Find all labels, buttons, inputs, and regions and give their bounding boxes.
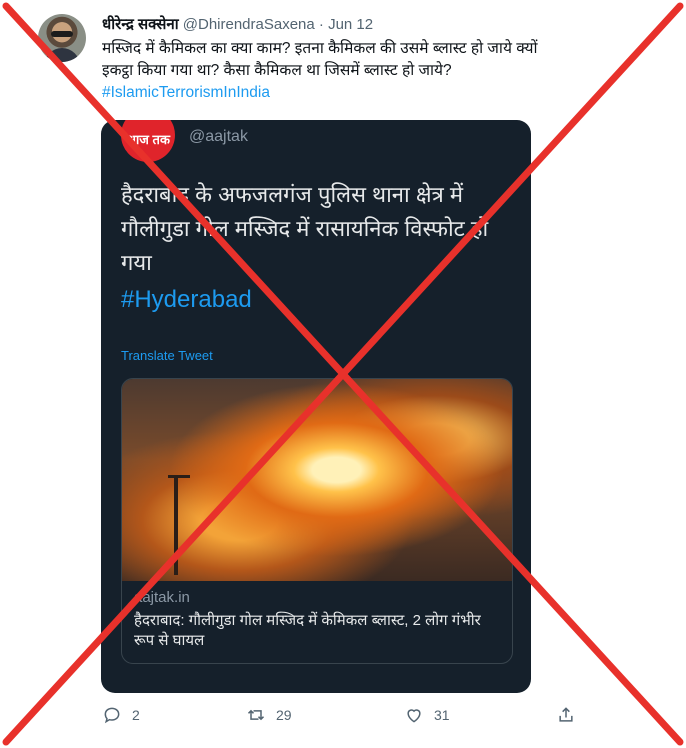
reply-icon xyxy=(104,707,120,724)
tweet-date[interactable]: Jun 12 xyxy=(328,16,373,33)
author-name[interactable]: धीरेन्द्र सक्सेना xyxy=(102,16,179,33)
quoted-handle[interactable]: @aajtak xyxy=(189,128,248,146)
reply-count: 2 xyxy=(132,707,140,723)
tweet-text-line-2: इकट्ठा किया गया था? कैसा कैमिकल था जिसमे… xyxy=(102,62,452,79)
share-icon xyxy=(559,707,573,722)
link-preview-card[interactable]: aajtak.in हैदराबाद: गौलीगुडा गोल मस्जिद … xyxy=(121,378,513,664)
explosion-image xyxy=(122,379,512,581)
tweet-text-line-1: मस्जिद में कैमिकल का क्या काम? इतना कैमि… xyxy=(102,40,538,57)
street-pole xyxy=(174,475,178,575)
author-handle[interactable]: @DhirendraSaxena xyxy=(183,16,315,33)
link-title: हैदराबाद: गौलीगुडा गोल मस्जिद में केमिकल… xyxy=(134,612,481,649)
retweet-count: 29 xyxy=(276,707,292,723)
avatar-glasses xyxy=(51,31,73,37)
like-icon xyxy=(407,709,421,723)
separator-dot: · xyxy=(318,16,324,33)
quoted-tweet-card[interactable]: आज तक @aajtak हैदराबाद के अफजलगंज पुलिस … xyxy=(101,120,531,693)
like-count: 31 xyxy=(434,707,450,723)
avatar[interactable] xyxy=(38,14,86,62)
tweet-header: धीरेन्द्र सक्सेना @DhirendraSaxena · Jun… xyxy=(102,14,373,34)
share-button[interactable] xyxy=(556,705,576,725)
tweet-text: मस्जिद में कैमिकल का क्या काम? इतना कैमि… xyxy=(102,38,662,104)
reply-button[interactable]: 2 xyxy=(102,705,140,725)
link-domain: aajtak.in xyxy=(134,589,190,606)
translate-tweet-link[interactable]: Translate Tweet xyxy=(121,348,213,363)
tweet-actions: 2 29 31 xyxy=(0,705,686,735)
quoted-hashtag[interactable]: #Hyderabad xyxy=(121,286,252,314)
retweet-button[interactable]: 29 xyxy=(246,705,292,725)
quoted-text: हैदराबाद के अफजलगंज पुलिस थाना क्षेत्र म… xyxy=(121,182,489,275)
retweet-icon xyxy=(247,709,265,721)
avatar-shirt xyxy=(44,48,80,62)
tweet-hashtag[interactable]: #IslamicTerrorismInIndia xyxy=(102,82,662,104)
aajtak-logo: आज तक xyxy=(121,120,175,162)
like-button[interactable]: 31 xyxy=(404,705,450,725)
street-pole-arm xyxy=(168,475,190,478)
